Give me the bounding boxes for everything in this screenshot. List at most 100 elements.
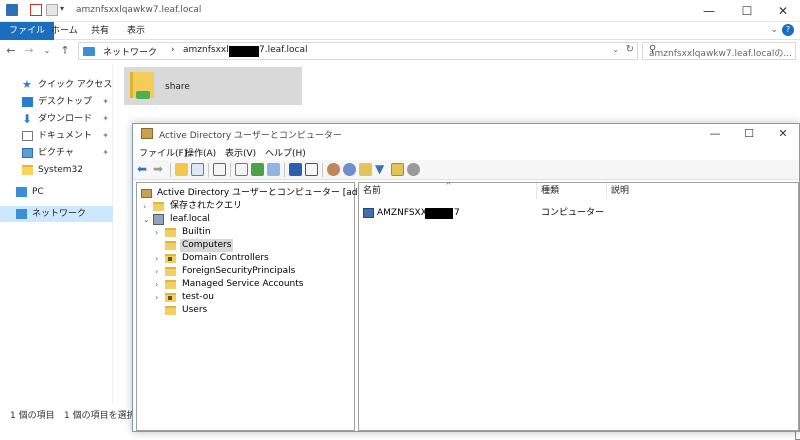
tab-home[interactable]: ホーム — [42, 22, 87, 40]
forward-icon[interactable]: ➡ — [153, 163, 166, 176]
toolbar-separator — [322, 163, 323, 177]
list-item[interactable]: AMZNFSXXL 7 コンピューター — [361, 207, 791, 220]
recent-dropdown-icon[interactable]: ⌄ — [40, 44, 54, 58]
menu-help[interactable]: ヘルプ(H) — [265, 146, 306, 159]
ribbon-expand-icon[interactable]: ⌄ — [770, 25, 778, 35]
sort-ascending-icon: ^ — [445, 181, 452, 190]
column-header-name[interactable]: 名前 ^ — [359, 181, 537, 199]
folder-icon — [22, 165, 33, 175]
computer-name-suffix: 7 — [454, 208, 460, 218]
share-folder-item[interactable]: share — [124, 67, 302, 105]
nav-documents[interactable]: ドキュメント ✦ — [0, 128, 113, 144]
up-icon[interactable]: ↑ — [58, 44, 72, 58]
column-header-description[interactable]: 説明 — [607, 183, 800, 199]
console-tree: Active Directory ユーザーとコンピューター [ad10.leaf… — [136, 182, 415, 431]
help-icon[interactable]: ? — [782, 24, 794, 36]
network-share-overlay-icon — [136, 91, 150, 99]
pin-icon[interactable]: ✦ — [102, 145, 109, 161]
toolbar-separator — [208, 163, 209, 177]
show-console-tree-icon[interactable] — [191, 163, 204, 176]
find-icon[interactable] — [391, 163, 404, 176]
pictures-icon — [22, 148, 33, 158]
toolbar-separator — [230, 163, 231, 177]
expand-icon[interactable]: › — [143, 200, 151, 213]
expand-icon[interactable]: › — [155, 265, 163, 278]
download-icon: ⬇ — [22, 112, 33, 126]
folder-icon — [165, 267, 176, 276]
maximize-button[interactable]: ☐ — [730, 0, 764, 22]
folder-icon — [165, 280, 176, 289]
expand-icon[interactable]: › — [155, 226, 163, 239]
properties-icon[interactable] — [235, 163, 248, 176]
aduc-menubar: ファイル(F) 操作(A) 表示(V) ヘルプ(H) — [133, 144, 799, 160]
menu-view[interactable]: 表示(V) — [225, 146, 256, 159]
nav-desktop[interactable]: デスクトップ ✦ — [0, 94, 113, 110]
copy-icon[interactable] — [213, 163, 226, 176]
help-icon[interactable] — [289, 163, 302, 176]
pin-icon[interactable]: ✦ — [102, 111, 109, 127]
aduc-close-button[interactable]: ✕ — [767, 124, 799, 144]
tab-share[interactable]: 共有 — [82, 22, 118, 40]
folder-icon — [153, 202, 164, 211]
nav-downloads[interactable]: ⬇ ダウンロード ✦ — [0, 111, 113, 127]
tab-view[interactable]: 表示 — [118, 22, 154, 40]
new-group-icon[interactable] — [343, 163, 356, 176]
new-folder-icon[interactable] — [46, 4, 58, 16]
customize-dropdown-icon[interactable]: ▾ — [60, 4, 68, 16]
action-pane-icon[interactable] — [305, 163, 318, 176]
breadcrumb-host-prefix[interactable]: amznfsxxl — [183, 45, 229, 55]
document-icon — [22, 131, 33, 141]
export-list-icon[interactable] — [267, 163, 280, 176]
filter-icon[interactable]: ▼ — [375, 163, 388, 176]
expand-icon[interactable]: › — [155, 278, 163, 291]
network-icon — [16, 209, 27, 219]
refresh-icon[interactable]: ↻ — [626, 44, 634, 55]
nav-quick-access[interactable]: ★ クイック アクセス — [0, 77, 113, 93]
address-dropdown-icon[interactable]: ⌄ — [612, 45, 619, 54]
folder-icon — [165, 241, 176, 250]
address-row: ← → ⌄ ↑ ネットワーク › amznfsxxl 7.leaf.local … — [0, 40, 800, 62]
aduc-titlebar: Active Directory ユーザーとコンピューター — ☐ ✕ — [133, 124, 799, 144]
computer-type: コンピューター — [541, 208, 605, 218]
status-item-count: 1 個の項目 — [10, 411, 55, 421]
star-icon: ★ — [22, 78, 32, 91]
aduc-window: Active Directory ユーザーとコンピューター — ☐ ✕ ファイル… — [132, 123, 800, 432]
address-bar[interactable]: ネットワーク › amznfsxxl 7.leaf.local ⌄ ↻ — [78, 42, 638, 60]
expand-icon[interactable]: › — [155, 252, 163, 265]
add-to-group-icon[interactable] — [407, 163, 420, 176]
breadcrumb-host-suffix[interactable]: 7.leaf.local — [259, 45, 308, 55]
ou-icon — [165, 293, 176, 302]
new-user-icon[interactable] — [327, 163, 340, 176]
column-header-type[interactable]: 種類 — [537, 183, 607, 199]
refresh-icon[interactable] — [251, 163, 264, 176]
search-input[interactable]: amznfsxxlqawkw7.leaf.localの... ⚲ — [642, 42, 796, 60]
back-icon[interactable]: ← — [4, 44, 18, 58]
computer-name-prefix: AMZNFSXXL — [377, 208, 432, 218]
pin-icon[interactable]: ✦ — [102, 128, 109, 144]
toolbar-separator — [170, 163, 171, 177]
pin-icon[interactable]: ✦ — [102, 94, 109, 110]
menu-file[interactable]: ファイル(F) — [139, 146, 187, 159]
nav-pc[interactable]: PC — [0, 184, 113, 200]
ou-icon — [165, 254, 176, 263]
folder-icon — [165, 306, 176, 315]
new-ou-icon[interactable] — [359, 163, 372, 176]
explorer-titlebar: ▾ amznfsxxlqawkw7.leaf.local — ☐ ✕ — [0, 0, 800, 22]
properties-icon[interactable] — [30, 4, 42, 16]
breadcrumb-separator[interactable]: › — [171, 45, 175, 55]
up-folder-icon[interactable] — [175, 163, 188, 176]
collapse-icon[interactable]: ⌄ — [143, 213, 151, 226]
nav-pictures[interactable]: ピクチャ ✦ — [0, 145, 113, 161]
minimize-button[interactable]: — — [692, 0, 726, 22]
expand-icon[interactable]: › — [155, 291, 163, 304]
forward-icon[interactable]: → — [22, 44, 36, 58]
close-button[interactable]: ✕ — [766, 0, 800, 22]
menu-action[interactable]: 操作(A) — [185, 146, 216, 159]
aduc-toolbar: ⬅ ➡ ▼ — [133, 160, 799, 180]
nav-network[interactable]: ネットワーク — [0, 206, 113, 222]
breadcrumb-network[interactable]: ネットワーク — [103, 45, 157, 58]
nav-system32[interactable]: System32 — [0, 162, 113, 178]
aduc-minimize-button[interactable]: — — [699, 124, 731, 144]
back-icon[interactable]: ⬅ — [137, 163, 150, 176]
aduc-maximize-button[interactable]: ☐ — [733, 124, 765, 144]
